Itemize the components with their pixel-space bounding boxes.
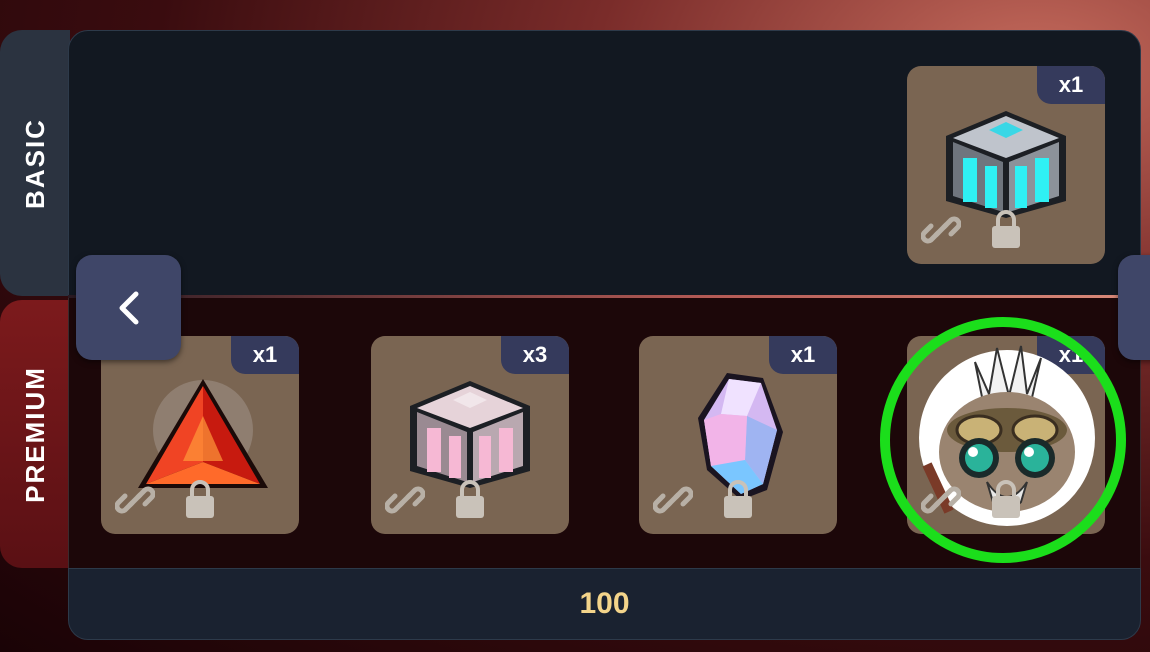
level-value: 100 <box>579 587 630 620</box>
reward-card-basic-1[interactable]: x1 <box>907 66 1105 264</box>
red-pyramid-icon <box>138 379 268 488</box>
lock-icon <box>992 210 1020 248</box>
cyan-crate-icon <box>946 111 1066 218</box>
quantity-badge: x3 <box>501 336 569 374</box>
next-button[interactable] <box>1118 255 1150 360</box>
quantity-badge: x1 <box>1037 66 1105 104</box>
quantity-badge: x1 <box>231 336 299 374</box>
quantity-label: x1 <box>1058 72 1084 97</box>
level-footer: 100 <box>68 568 1141 640</box>
link-icon <box>653 486 693 514</box>
link-icon <box>385 486 425 514</box>
tab-basic[interactable]: BASIC <box>0 30 70 296</box>
quantity-label: x3 <box>522 342 548 367</box>
link-icon <box>921 216 961 244</box>
lock-icon <box>724 480 752 518</box>
reward-card-premium-1[interactable]: x1 <box>101 336 299 534</box>
prev-button[interactable] <box>76 255 181 360</box>
link-icon <box>115 486 155 514</box>
tab-premium[interactable]: PREMIUM <box>0 300 70 568</box>
quantity-label: x1 <box>790 342 816 367</box>
chevron-left-icon <box>119 291 138 324</box>
quantity-label: x1 <box>252 342 278 367</box>
tab-basic-label: BASIC <box>19 117 50 209</box>
reward-card-premium-2[interactable]: x3 <box>371 336 569 534</box>
reward-card-premium-3[interactable]: x1 <box>639 336 837 534</box>
highlight-ring <box>880 317 1126 563</box>
tab-premium-label: PREMIUM <box>19 365 50 503</box>
quantity-badge: x1 <box>769 336 837 374</box>
lock-icon <box>456 480 484 518</box>
pink-crate-icon <box>410 381 530 488</box>
lock-icon <box>186 480 214 518</box>
